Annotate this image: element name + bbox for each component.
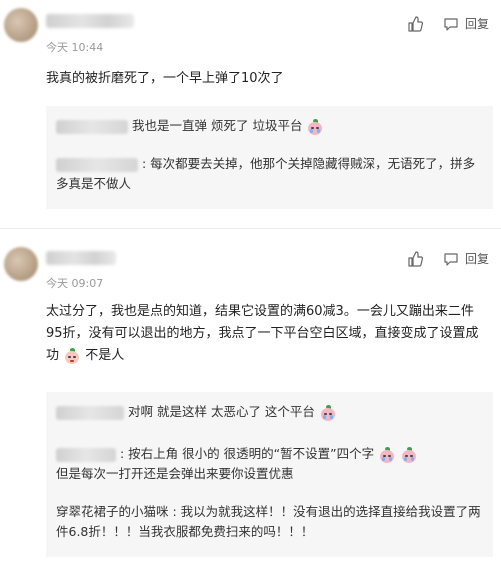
comment-actions: 回复 [393, 15, 489, 32]
comment-actions: 回复 [393, 250, 489, 267]
reply-text: : 按右上角 很小的 很透明的“暂不设置”四个字 [120, 446, 375, 461]
username[interactable] [46, 251, 116, 265]
reply-text: 但是每次一打开还是会弹出来要你设置优惠 [56, 466, 294, 481]
speech-bubble-icon [444, 17, 458, 31]
avatar[interactable] [4, 247, 38, 281]
reply-username[interactable] [56, 157, 138, 172]
reply-item: 穿翠花裙子的小猫咪 : 我以为就我这样！！没有退出的选择直接给我设置了两件6.8… [56, 502, 481, 542]
reply-item: 我也是一直弹 烦死了 垃圾平台 [56, 116, 481, 136]
avatar[interactable] [4, 8, 38, 42]
crying-face-emoji [320, 404, 336, 421]
reply-text: 穿翠花裙子的小猫咪 : 我以为就我这样！！没有退出的选择直接给我设置了两件6.8… [56, 504, 481, 539]
speech-bubble-icon [444, 252, 458, 266]
reply-button[interactable]: 回复 [443, 250, 489, 267]
comment-text-tail: 不是人 [85, 348, 125, 363]
thumbs-up-icon [408, 15, 423, 32]
reply-username[interactable] [56, 447, 116, 462]
thumbs-up-icon [408, 250, 423, 267]
comment-2: 今天 09:07 回复 太过分了，我也是点的知道，结果它设置的满60减3。一会儿… [0, 229, 501, 573]
reply-username[interactable] [56, 119, 128, 134]
reply-label: 回复 [464, 252, 489, 266]
reply-list: 对啊 就是这样 太恶心了 这个平台 : 按右上角 很小的 很透明的“暂不设置”四… [46, 392, 493, 557]
reply-list: 我也是一直弹 烦死了 垃圾平台 : 每次都要去关掉，他那个关掉隐藏得贼深，无语死… [46, 106, 493, 209]
comment-time: 今天 09:07 [46, 277, 104, 290]
comment-time: 今天 10:44 [46, 41, 104, 54]
like-button[interactable] [407, 15, 429, 32]
crying-face-emoji [307, 118, 323, 135]
smiling-face-emoji [64, 347, 80, 364]
reply-label: 回复 [464, 17, 489, 31]
comment-1: 今天 10:44 回复 我真的被折磨死了，一个早上弹了10次了 我也是一直弹 烦… [0, 0, 501, 230]
username[interactable] [46, 14, 134, 28]
comment-text: 我真的被折磨死了，一个早上弹了10次了 [46, 71, 284, 86]
like-button[interactable] [407, 250, 429, 267]
comment-text: 太过分了，我也是点的知道，结果它设置的满60减3。一会儿又蹦出来二件95折，没有… [46, 301, 487, 367]
reply-text: 对啊 就是这样 太恶心了 这个平台 [128, 404, 315, 419]
reply-item: : 按右上角 很小的 很透明的“暂不设置”四个字 但是每次一打开还是会弹出来要你… [56, 444, 481, 484]
crying-face-emoji [401, 446, 417, 463]
reply-item: 对啊 就是这样 太恶心了 这个平台 [56, 402, 481, 422]
reply-button[interactable]: 回复 [443, 15, 489, 32]
reply-text: 我也是一直弹 烦死了 垃圾平台 [132, 118, 303, 133]
reply-username[interactable] [56, 405, 124, 420]
crying-face-emoji [379, 446, 395, 463]
reply-item: : 每次都要去关掉，他那个关掉隐藏得贼深，无语死了，拼多多真是不做人 [56, 154, 481, 194]
